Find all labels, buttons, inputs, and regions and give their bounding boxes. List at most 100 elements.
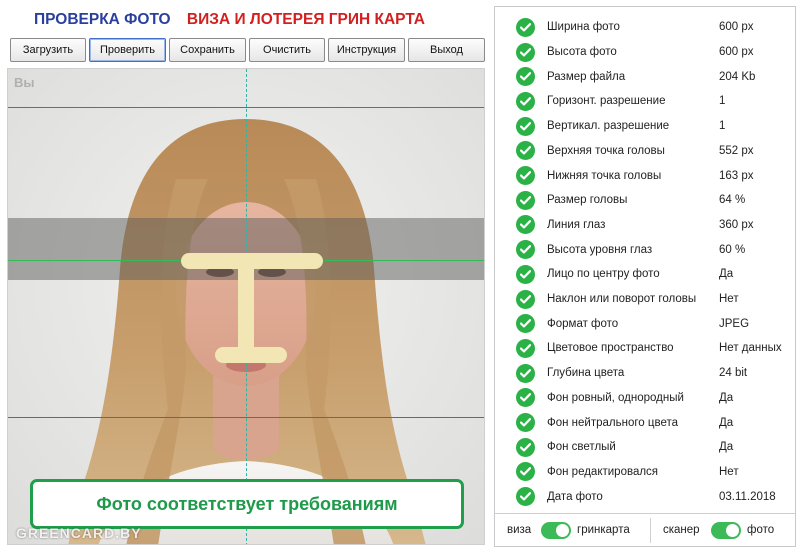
check-label: Глубина цвета [547,367,625,380]
check-label: Фон светлый [547,441,616,454]
check-label: Формат фото [547,317,619,330]
check-value: Нет [719,293,739,306]
check-value: Да [719,268,734,281]
toggle-knob [726,524,739,537]
visa-greencard-toggle[interactable] [541,522,571,539]
check-value: 600 px [719,46,754,59]
check-value: Нет [719,465,739,478]
check-row: Глубина цвета 24 bit [495,361,795,386]
check-row: Фон ровный, однородный Да [495,386,795,411]
check-label: Размер головы [547,194,628,207]
nose-marker-bar [238,268,254,356]
check-value: 64 % [719,194,746,207]
check-value: 1 [719,95,726,108]
check-circle-icon [516,289,535,309]
check-circle-icon [516,462,535,482]
check-value: Да [719,391,734,404]
check-row: Ширина фото 600 px [495,15,795,40]
check-row: Вертикал. разрешение 1 [495,114,795,139]
check-circle-icon [516,437,535,457]
check-label: Дата фото [547,490,603,503]
check-circle-icon [516,240,535,260]
check-circle-icon [516,363,535,383]
visa-label: виза [507,524,532,536]
check-row: Верхняя точка головы 552 px [495,139,795,164]
check-row: Размер головы 64 % [495,188,795,213]
load-button[interactable]: Загрузить [10,38,86,62]
check-label: Высота фото [547,46,617,59]
check-circle-icon [516,166,535,186]
check-value: 600 px [719,21,754,34]
app-title: ПРОВЕРКА ФОТО ВИЗА И ЛОТЕРЕЯ ГРИН КАРТА [34,11,425,29]
check-circle-icon [516,388,535,408]
check-value: 204 Kb [719,70,756,83]
check-circle-icon [516,42,535,62]
check-label: Горизонт. разрешение [547,95,666,108]
check-label: Ширина фото [547,21,620,34]
check-label: Верхняя точка головы [547,144,665,157]
photo-preview[interactable]: Вы Фото соответствует требованиям GREENC… [7,68,485,545]
check-value: 03.11.2018 [719,490,776,503]
check-value: JPEG [719,317,750,330]
check-value: 24 bit [719,367,748,380]
check-value: 60 % [719,243,746,256]
check-circle-icon [516,413,535,433]
check-row: Линия глаз 360 px [495,213,795,238]
check-row: Фон нейтрального цвета Да [495,410,795,435]
check-label: Вертикал. разрешение [547,120,670,133]
check-value: 360 px [719,218,754,231]
scanner-label: сканер [663,524,700,536]
result-text: Фото соответствует требованиям [96,493,398,514]
toggle-divider [650,518,651,543]
check-row: Цветовое пространство Нет данных [495,336,795,361]
check-label: Цветовое пространство [547,342,674,355]
you-label: Вы [14,75,35,90]
check-row: Горизонт. разрешение 1 [495,89,795,114]
check-label: Наклон или поворот головы [547,293,697,306]
checks-panel: Ширина фото 600 px Высота фото 600 px Размер… [494,6,796,547]
title-visa-lottery: ВИЗА И ЛОТЕРЕЯ ГРИН КАРТА [186,11,425,28]
check-value: Нет данных [719,342,782,355]
save-button[interactable]: Сохранить [169,38,246,62]
check-row: Высота фото 600 px [495,40,795,65]
check-label: Фон редактировался [547,465,659,478]
check-label: Лицо по центру фото [547,268,660,281]
check-label: Фон ровный, однородный [547,391,684,404]
check-row: Фон светлый Да [495,435,795,460]
instructions-button[interactable]: Инструкция [328,38,405,62]
photo-label: фото [747,524,775,536]
check-row: Наклон или поворот головы Нет [495,287,795,312]
exit-button[interactable]: Выход [408,38,485,62]
check-circle-icon [516,338,535,358]
check-circle-icon [516,314,535,334]
check-row: Нижняя точка головы 163 px [495,163,795,188]
toggle-knob [556,524,569,537]
check-row: Фон редактировался Нет [495,460,795,485]
check-label: Линия глаз [547,218,606,231]
check-label: Фон нейтрального цвета [547,416,679,429]
mouth-marker-bar [215,347,287,363]
check-circle-icon [516,91,535,111]
check-value: 1 [719,120,726,133]
check-row: Дата фото 03.11.2018 [495,484,795,509]
check-row: Высота уровня глаз 60 % [495,237,795,262]
check-circle-icon [516,17,535,37]
watermark-text: GREENCARD.BY [16,525,142,541]
check-row: Формат фото JPEG [495,311,795,336]
check-circle-icon [516,141,535,161]
title-check-photo: ПРОВЕРКА ФОТО [34,11,171,28]
check-circle-icon [516,215,535,235]
check-row: Лицо по центру фото Да [495,262,795,287]
eye-marker-bar [181,253,323,269]
check-button[interactable]: Проверить [89,38,166,62]
check-value: 163 px [719,169,754,182]
mode-toggles: виза гринкарта сканер фото [495,513,795,546]
check-circle-icon [516,67,535,87]
clear-button[interactable]: Очистить [249,38,325,62]
check-label: Нижняя точка головы [547,169,662,182]
check-row: Размер файла 204 Kb [495,64,795,89]
scanner-photo-toggle[interactable] [711,522,741,539]
check-circle-icon [516,264,535,284]
greencard-label: гринкарта [577,524,630,536]
result-banner: Фото соответствует требованиям [30,479,464,529]
